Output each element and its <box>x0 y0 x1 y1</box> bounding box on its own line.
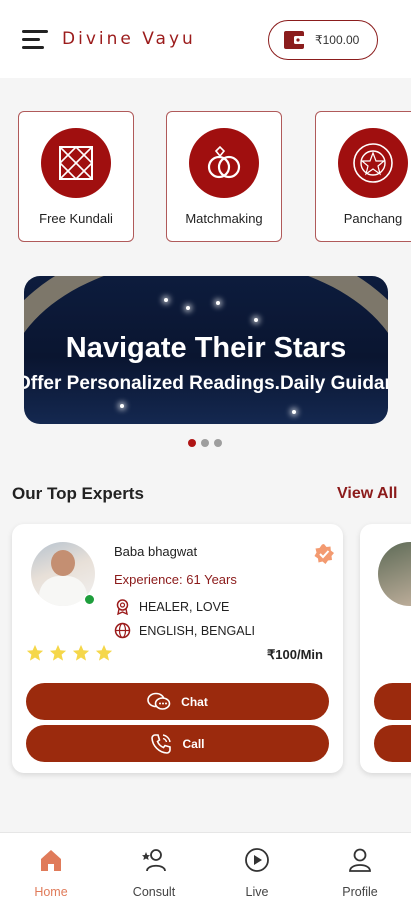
nav-consult[interactable]: Consult <box>103 833 205 900</box>
consult-icon <box>142 849 166 872</box>
online-status-indicator <box>84 594 95 605</box>
star-decoration <box>164 298 168 302</box>
chat-button[interactable] <box>374 683 411 720</box>
star-icon <box>49 644 67 661</box>
expert-card[interactable] <box>360 524 411 773</box>
main-content: Free Kundali Matchmaking Panchang Naviga… <box>0 78 411 832</box>
service-label: Panchang <box>343 211 403 226</box>
nav-label: Profile <box>342 885 378 899</box>
expert-name: Baba bhagwat <box>114 544 198 559</box>
wallet-icon <box>284 31 305 49</box>
wallet-button[interactable]: ₹100.00 <box>268 20 378 60</box>
star-decoration <box>292 410 296 414</box>
services-row: Free Kundali Matchmaking Panchang <box>0 111 411 243</box>
call-button[interactable] <box>374 725 411 762</box>
rating-stars <box>26 644 113 662</box>
phone-icon <box>151 733 172 754</box>
chat-button-label: Chat <box>181 694 208 709</box>
star-decoration <box>254 318 258 322</box>
wallet-balance: ₹100.00 <box>315 33 360 47</box>
star-icon <box>95 644 113 661</box>
globe-icon <box>114 622 131 639</box>
section-title: Our Top Experts <box>12 484 144 503</box>
nav-home[interactable]: Home <box>0 833 102 900</box>
carousel-dot[interactable] <box>188 439 196 447</box>
view-all-link[interactable]: View All <box>337 485 397 503</box>
chat-icon <box>147 692 171 710</box>
languages-text: ENGLISH, BENGALI <box>139 623 256 638</box>
star-decoration <box>186 306 190 310</box>
service-card-free-kundali[interactable]: Free Kundali <box>18 111 134 242</box>
carousel-dot[interactable] <box>201 439 209 447</box>
verified-badge-icon <box>314 544 334 564</box>
home-icon <box>41 850 61 871</box>
service-card-panchang[interactable]: Panchang <box>315 111 411 242</box>
nav-label: Home <box>34 885 68 899</box>
star-icon <box>26 644 44 661</box>
banner-subtitle: Offer Personalized Readings.Daily Guidan… <box>24 373 388 394</box>
star-decoration <box>216 301 220 305</box>
live-play-icon <box>245 848 269 872</box>
service-label: Free Kundali <box>39 211 113 226</box>
profile-icon <box>349 848 371 872</box>
kundali-grid-icon <box>41 128 111 198</box>
expert-price: ₹100/Min <box>267 647 323 662</box>
star-decoration <box>120 404 124 408</box>
nav-live[interactable]: Live <box>206 833 308 900</box>
nav-profile[interactable]: Profile <box>309 833 411 900</box>
expert-card[interactable]: Baba bhagwat Experience: 61 Years HEALER… <box>12 524 343 773</box>
app-title: Divine Vayu <box>62 29 196 49</box>
carousel-indicator <box>188 439 222 447</box>
call-button-label: Call <box>182 736 205 751</box>
rings-icon <box>189 128 259 198</box>
nav-label: Consult <box>132 885 176 899</box>
specialty-award-icon <box>116 599 129 615</box>
bottom-navigation: Home Consult Live Profile <box>0 832 411 900</box>
call-button[interactable]: Call <box>26 725 329 762</box>
zodiac-wheel-icon <box>338 128 408 198</box>
nav-label: Live <box>245 885 269 899</box>
avatar[interactable] <box>378 542 411 606</box>
menu-icon[interactable] <box>22 28 50 52</box>
banner-title: Navigate Their Stars <box>65 332 347 364</box>
service-label: Matchmaking <box>185 211 263 226</box>
expert-languages: ENGLISH, BENGALI <box>114 622 255 639</box>
specialties-text: HEALER, LOVE <box>139 599 230 614</box>
promo-banner[interactable]: Navigate Their Stars Offer Personalized … <box>24 276 388 424</box>
expert-specialties: HEALER, LOVE <box>114 598 229 615</box>
star-icon <box>72 644 90 661</box>
carousel-dot[interactable] <box>214 439 222 447</box>
expert-experience: Experience: 61 Years <box>114 572 237 587</box>
app-header: Divine Vayu ₹100.00 <box>0 0 411 78</box>
service-card-matchmaking[interactable]: Matchmaking <box>166 111 282 242</box>
chat-button[interactable]: Chat <box>26 683 329 720</box>
